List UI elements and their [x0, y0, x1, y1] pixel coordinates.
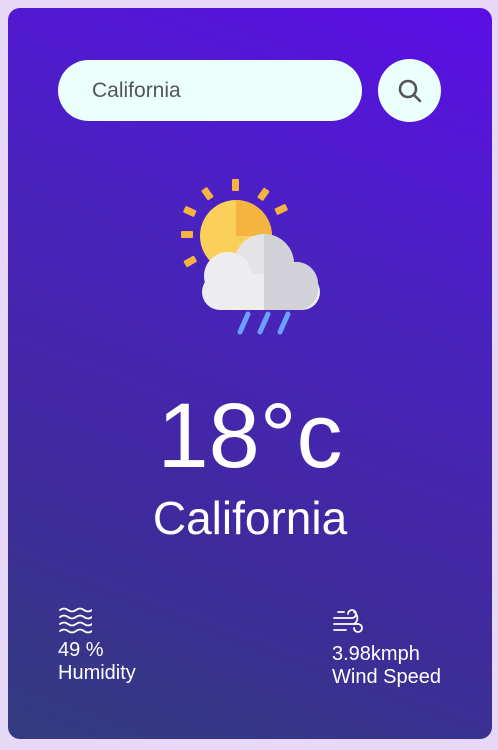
- wind-label: Wind Speed: [332, 666, 441, 688]
- humidity-label: Humidity: [58, 662, 136, 684]
- humidity-detail: 49 % Humidity: [58, 605, 136, 685]
- weather-card: 18°c California 49 % Humidity 3.98kmph W…: [8, 8, 492, 739]
- waves-icon: [59, 607, 92, 634]
- sun-cloud-rain-icon: [181, 179, 320, 335]
- search-field[interactable]: [58, 60, 362, 121]
- city-name: California: [152, 492, 348, 544]
- wind-detail: 3.98kmph Wind Speed: [332, 607, 441, 689]
- temperature: 18°c: [157, 385, 343, 487]
- wind-icon: [333, 609, 363, 633]
- search-icon: [398, 79, 421, 102]
- humidity-value: 49 %: [58, 639, 104, 661]
- search-button[interactable]: [378, 59, 441, 122]
- wind-value: 3.98kmph: [332, 643, 420, 665]
- search-input[interactable]: [90, 77, 362, 104]
